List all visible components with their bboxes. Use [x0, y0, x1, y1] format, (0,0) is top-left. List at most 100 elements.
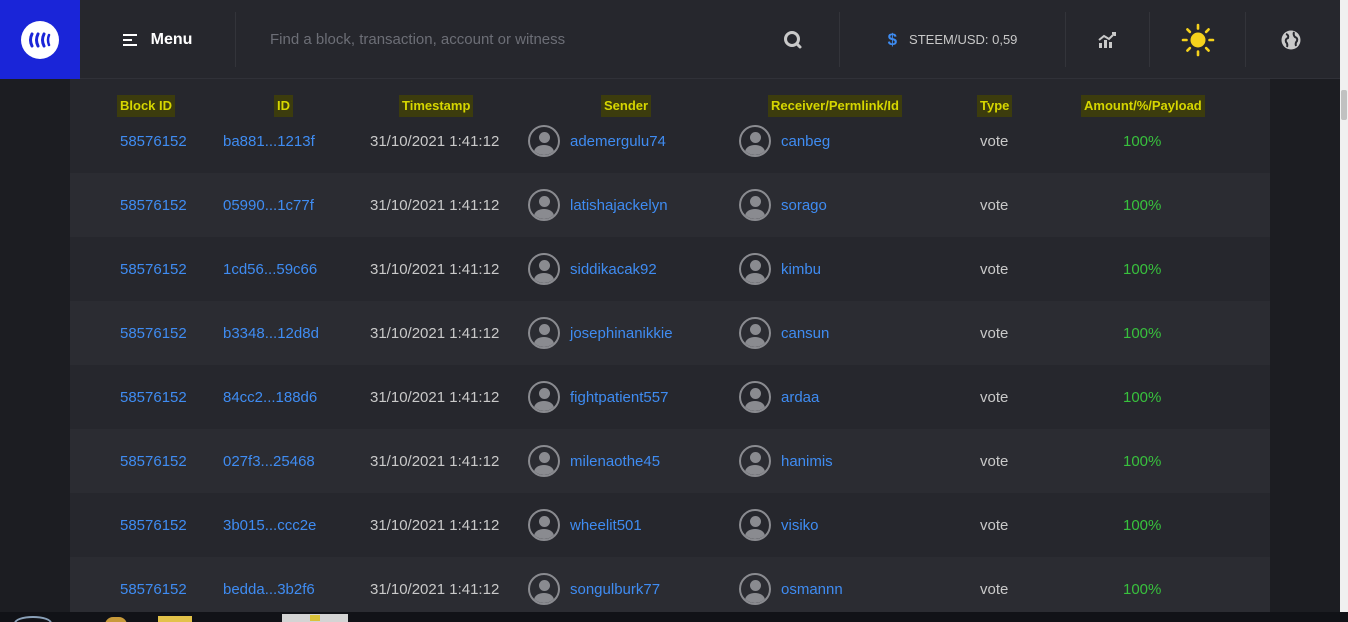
table-row: 58576152 027f3...25468 31/10/2021 1:41:1…: [70, 429, 1270, 493]
avatar-icon[interactable]: [739, 381, 771, 413]
receiver-cell: canbeg: [739, 109, 830, 173]
avatar-icon[interactable]: [739, 317, 771, 349]
receiver-link[interactable]: osmannn: [781, 581, 843, 598]
receiver-cell: ardaa: [739, 365, 819, 429]
search-icon[interactable]: [783, 30, 803, 50]
timestamp: 31/10/2021 1:41:12: [370, 388, 500, 406]
block-id-link[interactable]: 58576152: [120, 493, 187, 557]
language-button[interactable]: [1245, 12, 1335, 67]
sender-link[interactable]: wheelit501: [570, 517, 642, 534]
operation-type: vote: [980, 132, 1009, 150]
timestamp: 31/10/2021 1:41:12: [370, 132, 500, 150]
vote-amount: 100%: [1123, 132, 1162, 150]
block-id-link[interactable]: 58576152: [120, 557, 187, 612]
operation-type: vote: [980, 580, 1009, 598]
transaction-id-link[interactable]: 027f3...25468: [223, 429, 315, 493]
sender-cell: fightpatient557: [528, 365, 668, 429]
sender-link[interactable]: siddikacak92: [570, 261, 657, 278]
transaction-id-link[interactable]: 1cd56...59c66: [223, 237, 317, 301]
receiver-link[interactable]: sorago: [781, 197, 827, 214]
sender-link[interactable]: josephinanikkie: [570, 325, 673, 342]
block-id-link[interactable]: 58576152: [120, 173, 187, 237]
vote-amount: 100%: [1123, 388, 1162, 406]
avatar-icon[interactable]: [739, 445, 771, 477]
transaction-id-link[interactable]: 3b015...ccc2e: [223, 493, 316, 557]
menu-label: Menu: [150, 30, 193, 48]
table-row: 58576152 84cc2...188d6 31/10/2021 1:41:1…: [70, 365, 1270, 429]
receiver-cell: sorago: [739, 173, 827, 237]
avatar-icon[interactable]: [528, 573, 560, 605]
transaction-id-link[interactable]: 84cc2...188d6: [223, 365, 317, 429]
operation-type: vote: [980, 196, 1009, 214]
block-id-link[interactable]: 58576152: [120, 365, 187, 429]
page-scrollbar[interactable]: [1340, 0, 1348, 612]
sender-link[interactable]: latishajackelyn: [570, 197, 668, 214]
receiver-link[interactable]: cansun: [781, 325, 829, 342]
avatar-icon[interactable]: [528, 125, 560, 157]
sun-icon: [1181, 23, 1214, 56]
table-row: 58576152 b3348...12d8d 31/10/2021 1:41:1…: [70, 301, 1270, 365]
taskbar-active-app-icon[interactable]: [282, 614, 348, 622]
avatar-icon[interactable]: [528, 189, 560, 221]
transaction-id-link[interactable]: ba881...1213f: [223, 109, 315, 173]
operation-type: vote: [980, 260, 1009, 278]
search-input[interactable]: [236, 12, 776, 67]
sender-link[interactable]: ademergulu74: [570, 133, 666, 150]
receiver-link[interactable]: kimbu: [781, 261, 821, 278]
avatar-icon[interactable]: [739, 125, 771, 157]
sender-cell: ademergulu74: [528, 109, 666, 173]
vote-amount: 100%: [1123, 260, 1162, 278]
avatar-icon[interactable]: [528, 317, 560, 349]
avatar-icon[interactable]: [739, 509, 771, 541]
avatar-icon[interactable]: [528, 509, 560, 541]
os-taskbar: [0, 612, 1348, 622]
receiver-link[interactable]: hanimis: [781, 453, 833, 470]
receiver-link[interactable]: visiko: [781, 517, 819, 534]
receiver-link[interactable]: canbeg: [781, 133, 830, 150]
transaction-id-link[interactable]: 05990...1c77f: [223, 173, 314, 237]
timestamp: 31/10/2021 1:41:12: [370, 324, 500, 342]
timestamp: 31/10/2021 1:41:12: [370, 516, 500, 534]
transaction-id-link[interactable]: b3348...12d8d: [223, 301, 319, 365]
sender-cell: latishajackelyn: [528, 173, 668, 237]
block-id-link[interactable]: 58576152: [120, 237, 187, 301]
block-id-link[interactable]: 58576152: [120, 301, 187, 365]
menu-button[interactable]: Menu: [80, 0, 235, 79]
receiver-cell: hanimis: [739, 429, 833, 493]
steem-logo[interactable]: [0, 0, 80, 79]
receiver-cell: osmannn: [739, 557, 843, 612]
avatar-icon[interactable]: [528, 381, 560, 413]
receiver-link[interactable]: ardaa: [781, 389, 819, 406]
price-label: STEEM/USD: 0,59: [909, 32, 1018, 47]
theme-toggle-button[interactable]: [1149, 12, 1245, 67]
avatar-icon[interactable]: [528, 445, 560, 477]
sender-link[interactable]: milenaothe45: [570, 453, 660, 470]
avatar-icon[interactable]: [739, 189, 771, 221]
block-id-link[interactable]: 58576152: [120, 109, 187, 173]
avatar-icon[interactable]: [739, 253, 771, 285]
operation-type: vote: [980, 324, 1009, 342]
top-navigation-bar: Menu $ STEEM/USD: 0,59: [0, 0, 1340, 79]
block-id-link[interactable]: 58576152: [120, 429, 187, 493]
avatar-icon[interactable]: [528, 253, 560, 285]
avatar-icon[interactable]: [739, 573, 771, 605]
sender-cell: siddikacak92: [528, 237, 657, 301]
sender-link[interactable]: songulburk77: [570, 581, 660, 598]
sender-link[interactable]: fightpatient557: [570, 389, 668, 406]
vote-amount: 100%: [1123, 196, 1162, 214]
timestamp: 31/10/2021 1:41:12: [370, 196, 500, 214]
search-box: [235, 12, 840, 67]
steem-price: $ STEEM/USD: 0,59: [840, 0, 1065, 79]
sender-cell: wheelit501: [528, 493, 642, 557]
folder-icon[interactable]: [158, 616, 192, 622]
operation-type: vote: [980, 516, 1009, 534]
table-row: 58576152 bedda...3b2f6 31/10/2021 1:41:1…: [70, 557, 1270, 612]
transaction-id-link[interactable]: bedda...3b2f6: [223, 557, 315, 612]
receiver-cell: cansun: [739, 301, 829, 365]
table-body: 58576152 ba881...1213f 31/10/2021 1:41:1…: [70, 109, 1270, 612]
chart-button[interactable]: [1065, 12, 1149, 67]
steem-logo-icon: [21, 20, 59, 59]
scrollbar-thumb[interactable]: [1341, 90, 1347, 120]
table-row: 58576152 05990...1c77f 31/10/2021 1:41:1…: [70, 173, 1270, 237]
taskbar-app-icon[interactable]: [105, 617, 127, 622]
